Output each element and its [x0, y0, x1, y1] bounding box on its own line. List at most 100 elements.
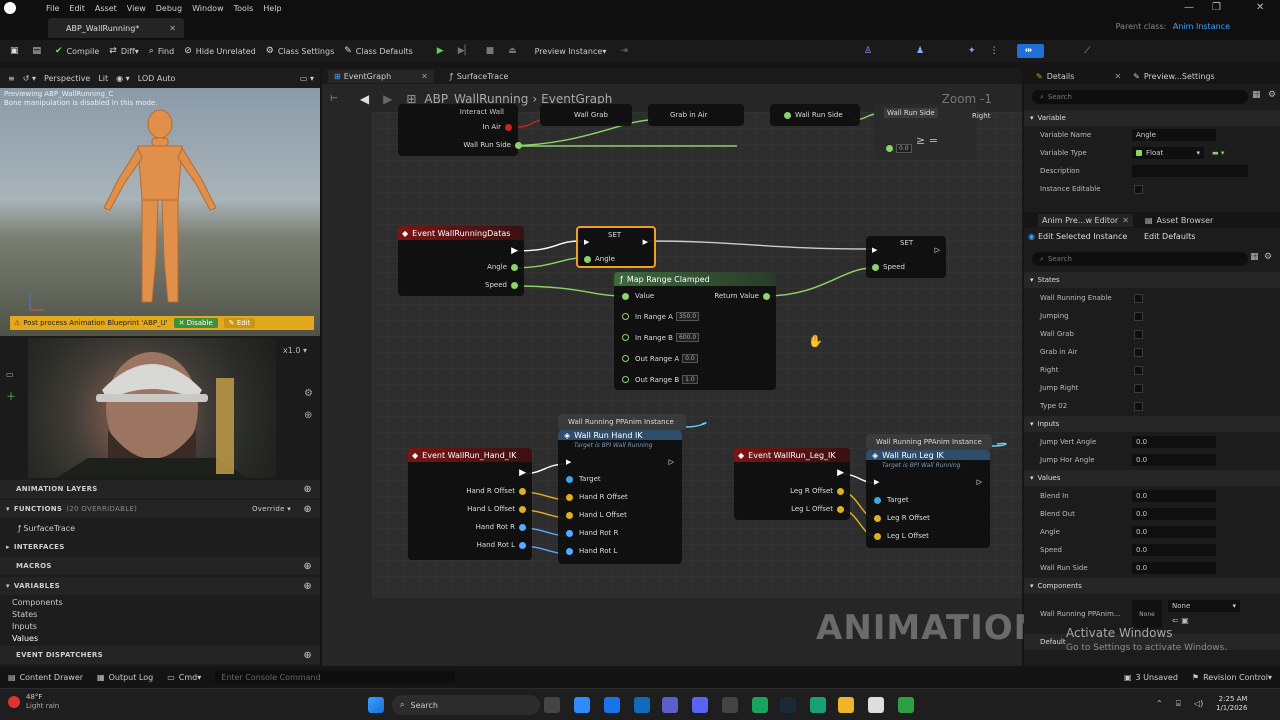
var-group-states[interactable]: States [12, 610, 37, 619]
component-select-dropdown[interactable]: None ▾ [1168, 600, 1240, 612]
wall-run-hand-ik-node[interactable]: ◈ Wall Run Hand IK Target is BPI Wall Run… [558, 430, 682, 564]
override-dropdown[interactable]: Override ▾ [252, 505, 291, 513]
blueprint-mode-button[interactable]: ⇹ [1016, 44, 1045, 58]
add-dispatcher-icon[interactable]: ⊕ [303, 650, 312, 661]
console-input[interactable]: Enter Console Command [215, 671, 456, 683]
value-field[interactable]: 0.0 [1132, 562, 1216, 574]
pin-hand-l-offset[interactable]: Hand L Offset [566, 511, 627, 519]
revision-control-button[interactable]: ⚑ Revision Control ▾ [1192, 673, 1272, 682]
variable-section-header[interactable]: ▾ Variable [1024, 110, 1280, 126]
eject-button[interactable]: ⏏ [508, 46, 521, 56]
app-icon[interactable] [722, 697, 738, 713]
file-explorer-icon[interactable] [838, 697, 854, 713]
event-graph-canvas[interactable]: ⊢ ◀ ▶ ⊞ ABP_WallRunning › EventGraph Zoo… [322, 84, 1022, 666]
state-checkbox[interactable] [1134, 348, 1143, 357]
lod-button[interactable]: LOD Auto [138, 74, 176, 83]
playback-speed[interactable]: x1.0 ▾ [283, 346, 307, 355]
inputs-section-header[interactable]: ▾ Inputs [1024, 416, 1280, 432]
step-button[interactable]: ▶▏ [458, 46, 476, 56]
network-icon[interactable]: ⌸ [1176, 699, 1181, 709]
pin-right[interactable]: Right [972, 112, 990, 120]
in-range-b-field[interactable]: 600.0 [675, 333, 700, 342]
panel-tab-icon[interactable]: ▭ [6, 370, 14, 379]
state-checkbox[interactable] [1134, 384, 1143, 393]
use-selected-icon[interactable]: ⇐ ▣ [1172, 616, 1189, 625]
set-wall-grab-node[interactable]: Wall Grab [540, 104, 632, 126]
menu-asset[interactable]: Asset [95, 4, 117, 13]
container-type-dropdown[interactable]: ▬ ▾ [1212, 149, 1224, 157]
tab-preview-settings[interactable]: ✎ Preview...Settings [1133, 72, 1215, 81]
value-field[interactable]: 0.0 [1132, 508, 1216, 520]
document-tab[interactable]: ABP_WallRunning* ✕ [48, 18, 184, 38]
exec-in-pin[interactable]: ▶ [566, 458, 571, 466]
set-angle-node[interactable]: SET ▶ ▶ Angle [576, 226, 656, 268]
pin-target[interactable]: Target [566, 475, 601, 483]
find-button[interactable]: ⌕ Find [149, 46, 174, 56]
state-checkbox[interactable] [1134, 312, 1143, 321]
close-tab-icon[interactable]: ✕ [421, 72, 428, 81]
edit-defaults-option[interactable]: Edit Defaults [1144, 232, 1195, 241]
pin-in-range-b[interactable]: In Range B 600.0 [622, 333, 700, 342]
state-checkbox[interactable] [1134, 330, 1143, 339]
close-tab-icon[interactable]: ✕ [169, 24, 176, 33]
animation-layers-header[interactable]: ANIMATION LAYERS ⊕ [0, 480, 320, 498]
description-field[interactable] [1132, 165, 1248, 177]
add-macro-icon[interactable]: ⊕ [303, 561, 312, 572]
settings-gear-icon[interactable]: ⚙ [1268, 90, 1276, 100]
pin-hand-r-offset[interactable]: Hand R Offset [566, 493, 628, 501]
app-icon[interactable] [898, 697, 914, 713]
tray-chevron-icon[interactable]: ⌃ [1156, 699, 1163, 708]
var-group-components[interactable]: Components [12, 598, 63, 607]
exec-out-pin[interactable]: ▶ [837, 468, 844, 478]
parent-class-link[interactable]: Anim Instance [1173, 22, 1230, 31]
compare-node[interactable]: Wall Run Side 0.0 ≥ = [874, 104, 976, 160]
wall-state-node[interactable]: Interact Wall In Air Wall Run Side [398, 104, 522, 156]
preview-instance-dropdown[interactable]: Preview Instance ▾ [535, 47, 607, 56]
browse-icon[interactable]: ▤ [33, 46, 46, 56]
settings-gear-icon[interactable]: ⚙ [1264, 252, 1272, 262]
pin-leg-l-offset[interactable]: Leg L Offset [874, 532, 929, 540]
viewport-options-icon[interactable]: ≡ [8, 74, 15, 83]
add-function-icon[interactable]: ⊕ [303, 504, 312, 515]
preview-viewport[interactable]: ≡ ↺ ▾ Perspective Lit ◉ ▾ LOD Auto ▭ ▾ P… [0, 68, 320, 336]
variables-header[interactable]: ▾ VARIABLES ⊕ [0, 577, 320, 595]
pin-leg-r-offset[interactable]: Leg R Offset [790, 487, 844, 495]
perspective-button[interactable]: Perspective [44, 74, 90, 83]
components-section-header[interactable]: ▾ Components [1024, 578, 1280, 594]
teams-icon[interactable] [662, 697, 678, 713]
unsaved-button[interactable]: ▣ 3 Unsaved [1124, 673, 1178, 682]
values-section-header[interactable]: ▾ Values [1024, 470, 1280, 486]
event-wallrun-leg-ik-node[interactable]: ◆ Event WallRun_Leg_IK ▶ Leg R Offset Leg… [734, 448, 850, 520]
add-circle-icon[interactable]: ⊕ [304, 410, 312, 421]
pp-anim-instance-getter[interactable]: Wall Running PPAnim Instance [558, 414, 686, 430]
pin-out-range-b[interactable]: Out Range B 1.0 [622, 375, 698, 384]
anim-mode-icon[interactable]: ✦ [968, 46, 980, 56]
tab-anim-preview-editor[interactable]: Anim Pre...w Editor ✕ [1038, 213, 1133, 227]
class-settings-button[interactable]: ⚙ Class Settings [266, 46, 334, 56]
taskbar-search-input[interactable]: ⌕ Search [392, 695, 540, 715]
pin-angle[interactable]: Angle [584, 255, 615, 263]
class-defaults-button[interactable]: ✎ Class Defaults [344, 46, 413, 56]
set-speed-node[interactable]: SET ▶ ▷ Speed [866, 236, 946, 278]
anim-search-input[interactable]: ⌕ Search [1032, 252, 1248, 266]
menu-debug[interactable]: Debug [156, 4, 182, 13]
exec-out-pin[interactable]: ▶ [519, 468, 526, 478]
state-checkbox[interactable] [1134, 366, 1143, 375]
pin-wall-run-side[interactable]: Wall Run Side [463, 141, 522, 149]
states-section-header[interactable]: ▾ States [1024, 272, 1280, 288]
value-field[interactable]: 0.0 [1132, 544, 1216, 556]
show-icon[interactable]: ◉ ▾ [116, 74, 130, 83]
pin-wall-run-side-get[interactable]: Wall Run Side [884, 108, 938, 118]
menu-help[interactable]: Help [263, 4, 281, 13]
details-search-input[interactable]: ⌕ Search [1032, 90, 1248, 104]
task-view-icon[interactable] [544, 697, 560, 713]
out-range-a-field[interactable]: 0.0 [682, 354, 698, 363]
in-range-a-field[interactable]: 350.0 [675, 312, 700, 321]
pin-angle[interactable]: Angle [487, 263, 518, 271]
pin-interact-wall[interactable]: Interact Wall [460, 108, 504, 116]
pin-hand-rot-l[interactable]: Hand Rot L [477, 541, 526, 549]
save-icon[interactable]: ▣ [10, 46, 23, 56]
pin-speed[interactable]: Speed [872, 263, 905, 271]
disable-button[interactable]: ✕ Disable [173, 318, 218, 328]
pp-anim-instance-getter[interactable]: Wall Running PPAnim Instance [866, 434, 992, 450]
